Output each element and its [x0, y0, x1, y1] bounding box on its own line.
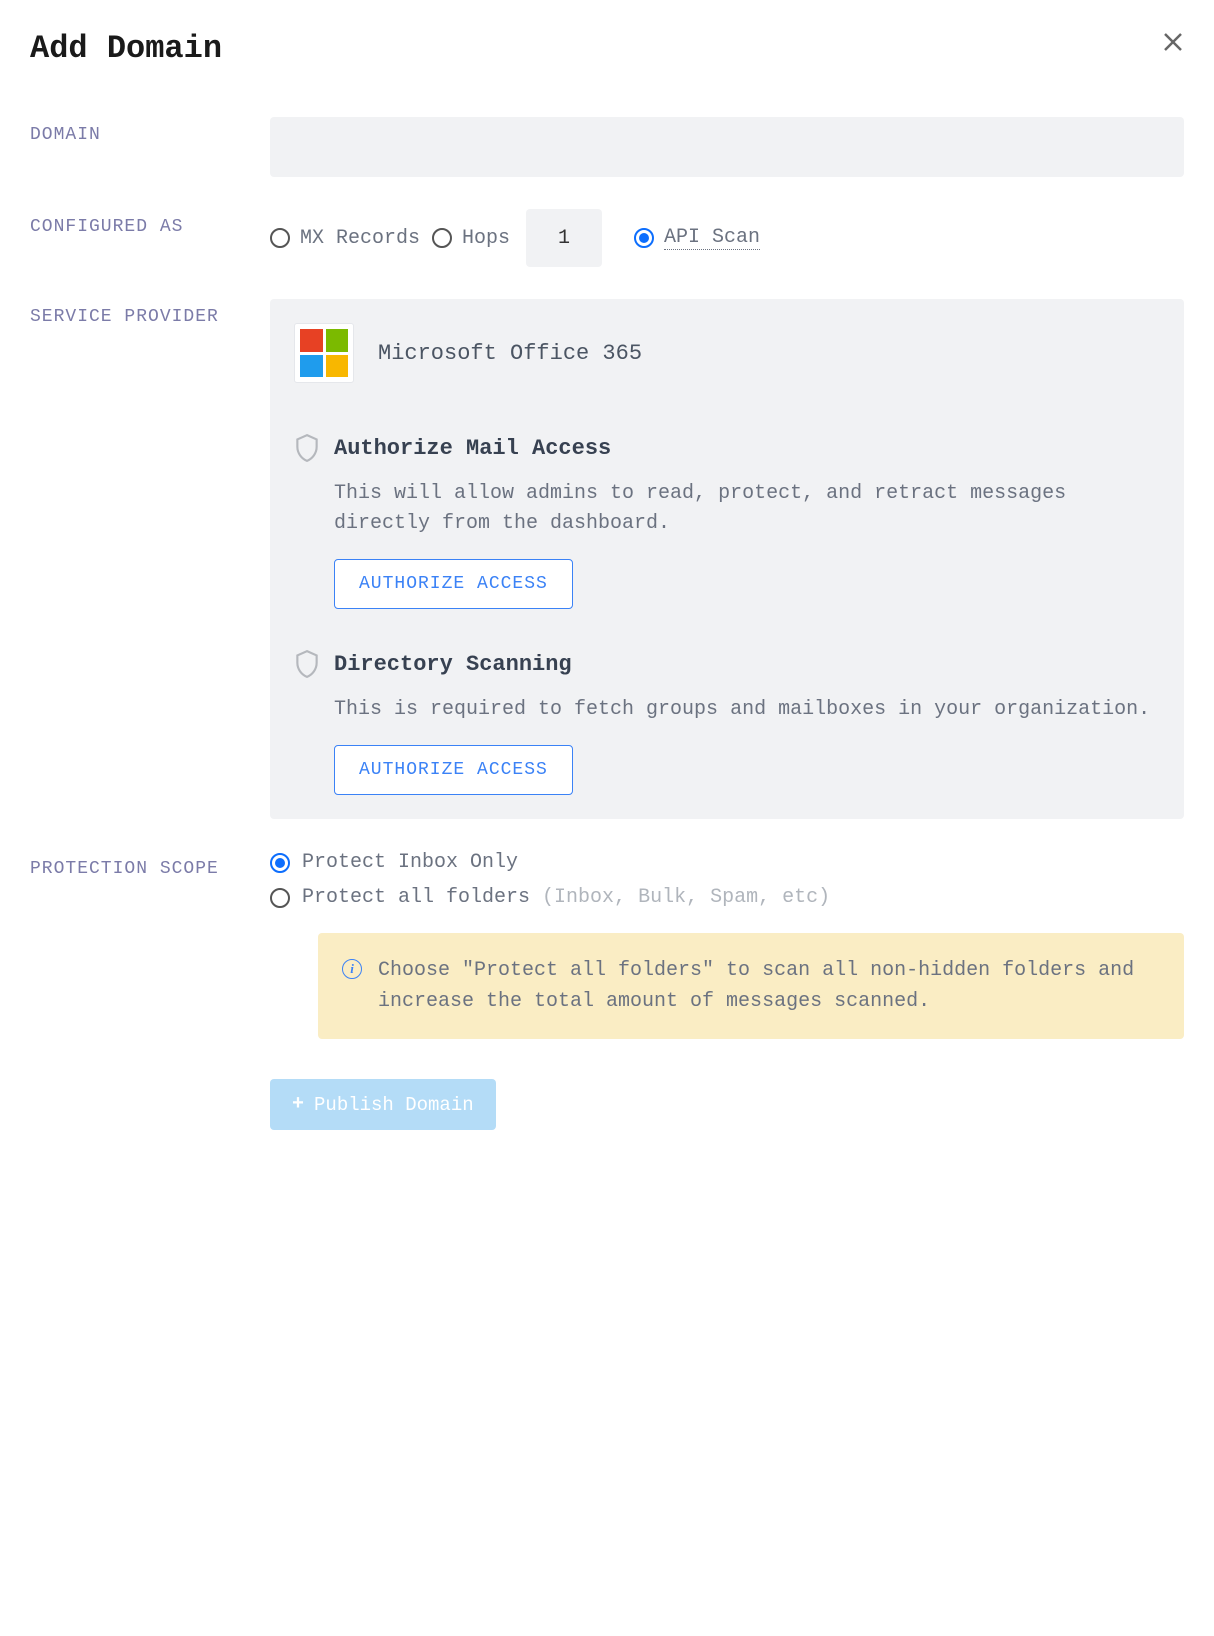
close-icon — [1162, 31, 1184, 53]
protection-scope-label: PROTECTION SCOPE — [30, 851, 270, 879]
directory-scanning-title: Directory Scanning — [334, 652, 572, 677]
service-provider-label: SERVICE PROVIDER — [30, 299, 270, 327]
provider-panel: Microsoft Office 365 Authorize Mail Acce… — [270, 299, 1184, 819]
info-text: Choose "Protect all folders" to scan all… — [378, 955, 1160, 1017]
info-callout: i Choose "Protect all folders" to scan a… — [318, 933, 1184, 1039]
shield-icon — [294, 649, 320, 679]
radio-protect-inbox[interactable]: Protect Inbox Only — [270, 851, 1184, 874]
dialog-title: Add Domain — [30, 30, 222, 67]
publish-label: Publish Domain — [314, 1094, 474, 1116]
radio-icon — [270, 228, 290, 248]
plus-icon: + — [292, 1093, 304, 1116]
radio-api-scan[interactable]: API Scan — [634, 226, 760, 250]
radio-label-api: API Scan — [664, 226, 760, 250]
radio-label-hops: Hops — [462, 227, 510, 250]
info-icon: i — [342, 959, 362, 979]
domain-label: DOMAIN — [30, 117, 270, 145]
radio-icon — [432, 228, 452, 248]
radio-icon — [634, 228, 654, 248]
radio-label-mx: MX Records — [300, 227, 420, 250]
scope-all-hint: (Inbox, Bulk, Spam, etc) — [542, 886, 830, 909]
radio-icon — [270, 888, 290, 908]
scope-all-label: Protect all folders — [302, 886, 530, 909]
hops-count-input[interactable] — [526, 209, 602, 267]
microsoft-logo-icon — [294, 323, 354, 383]
radio-hops[interactable]: Hops — [432, 227, 510, 250]
authorize-mail-button[interactable]: AUTHORIZE ACCESS — [334, 559, 573, 609]
provider-name: Microsoft Office 365 — [378, 341, 642, 366]
authorize-directory-button[interactable]: AUTHORIZE ACCESS — [334, 745, 573, 795]
publish-domain-button[interactable]: + Publish Domain — [270, 1079, 496, 1130]
domain-input[interactable] — [270, 117, 1184, 177]
scope-inbox-label: Protect Inbox Only — [302, 851, 518, 874]
radio-icon — [270, 853, 290, 873]
close-button[interactable] — [1162, 30, 1184, 58]
radio-protect-all[interactable]: Protect all folders (Inbox, Bulk, Spam, … — [270, 886, 1184, 909]
authorize-mail-desc: This will allow admins to read, protect,… — [334, 479, 1160, 539]
configured-as-label: CONFIGURED AS — [30, 209, 270, 237]
shield-icon — [294, 433, 320, 463]
directory-scanning-desc: This is required to fetch groups and mai… — [334, 695, 1160, 725]
radio-mx-records[interactable]: MX Records — [270, 227, 420, 250]
authorize-mail-title: Authorize Mail Access — [334, 436, 611, 461]
